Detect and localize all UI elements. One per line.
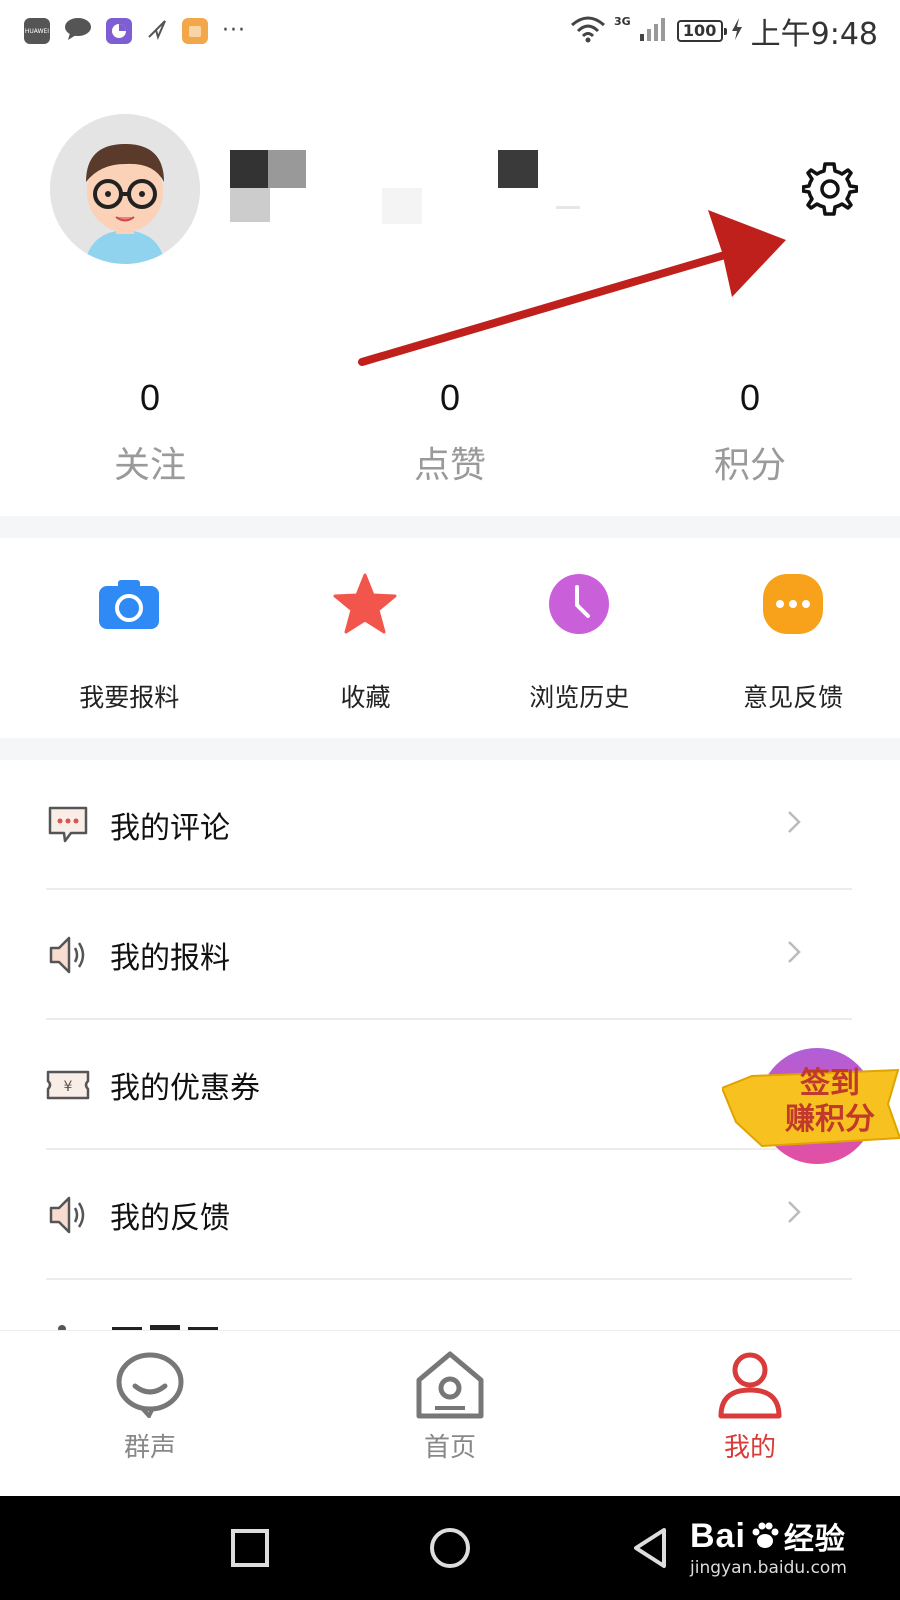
menu-item-comments[interactable]: 我的评论 bbox=[0, 760, 900, 890]
more-notifications-icon: ··· bbox=[222, 18, 246, 43]
system-nav-bar: Bai 经验 jingyan.baidu.com bbox=[0, 1496, 900, 1600]
square-icon bbox=[231, 1529, 269, 1567]
chevron-right-icon bbox=[786, 1199, 802, 1232]
clock: 上午9:48 bbox=[750, 17, 878, 52]
person-icon bbox=[710, 1345, 790, 1425]
recent-apps-button[interactable] bbox=[226, 1524, 274, 1572]
coupon-icon: ¥ bbox=[46, 1063, 90, 1107]
home-nav-button[interactable] bbox=[426, 1524, 474, 1572]
chat-smile-icon bbox=[110, 1345, 190, 1425]
tab-label: 群声 bbox=[123, 1433, 176, 1463]
message-icon bbox=[64, 17, 92, 45]
svg-text:¥: ¥ bbox=[64, 1079, 73, 1095]
quick-action-label: 浏览历史 bbox=[529, 683, 630, 712]
signin-points-badge[interactable]: 签到 赚积分 bbox=[722, 1046, 900, 1166]
speaker-icon bbox=[46, 933, 90, 977]
stat-value: 0 bbox=[439, 377, 461, 418]
back-triangle-icon bbox=[634, 1528, 666, 1568]
menu-list: 我的评论 我的报料 ¥ 我的优惠券 我的反馈 bbox=[0, 760, 900, 1280]
charging-icon bbox=[731, 17, 743, 45]
camera-icon bbox=[97, 572, 161, 636]
stat-label: 点赞 bbox=[413, 445, 486, 486]
quick-action-feedback[interactable]: 意见反馈 bbox=[686, 538, 900, 738]
network-type: 3G bbox=[613, 14, 631, 28]
baidu-jingyan-watermark: Bai 经验 jingyan.baidu.com bbox=[690, 1516, 847, 1579]
chevron-right-icon bbox=[786, 939, 802, 972]
quick-action-history[interactable]: 浏览历史 bbox=[472, 538, 686, 738]
tab-label: 我的 bbox=[723, 1433, 776, 1463]
comment-icon bbox=[46, 803, 90, 847]
home-icon bbox=[410, 1345, 490, 1425]
settings-button[interactable] bbox=[800, 158, 860, 218]
quick-action-report[interactable]: 我要报料 bbox=[0, 538, 259, 738]
tab-home[interactable]: 首页 bbox=[300, 1331, 600, 1496]
stat-points[interactable]: 0 积分 bbox=[600, 368, 900, 498]
paw-icon bbox=[752, 1522, 779, 1548]
pie-app-icon bbox=[106, 18, 132, 44]
signal-icon bbox=[639, 16, 669, 46]
section-divider bbox=[0, 738, 900, 760]
quick-action-label: 我要报料 bbox=[79, 683, 180, 712]
quick-action-label: 收藏 bbox=[340, 683, 391, 712]
stats-row: 0 关注 0 点赞 0 积分 bbox=[0, 368, 900, 498]
notification-icons: HUAWEI ··· bbox=[24, 17, 246, 45]
speaker-icon bbox=[46, 1193, 90, 1237]
tab-label: 首页 bbox=[423, 1433, 476, 1463]
send-icon bbox=[146, 18, 168, 44]
menu-item-label: 我的评论 bbox=[110, 811, 230, 846]
wifi-icon bbox=[570, 15, 606, 47]
bottom-tab-bar: 群声 首页 我的 bbox=[0, 1330, 900, 1496]
clock-icon bbox=[547, 572, 611, 636]
profile-header bbox=[0, 62, 900, 366]
system-indicators: 3G 100 上午9:48 bbox=[570, 9, 878, 53]
more-dots-icon bbox=[761, 572, 825, 636]
section-divider bbox=[0, 516, 900, 538]
chevron-right-icon bbox=[786, 809, 802, 842]
menu-item-label: 我的优惠券 bbox=[110, 1071, 260, 1106]
quick-actions: 我要报料 收藏 浏览历史 意见反馈 bbox=[0, 538, 900, 738]
menu-item-reports[interactable]: 我的报料 bbox=[0, 890, 900, 1020]
stat-value: 0 bbox=[139, 377, 161, 418]
package-app-icon bbox=[182, 18, 208, 44]
huawei-app-icon: HUAWEI bbox=[24, 18, 50, 44]
menu-item-feedback[interactable]: 我的反馈 bbox=[0, 1150, 900, 1280]
stat-likes[interactable]: 0 点赞 bbox=[300, 368, 600, 498]
battery-icon: 100 bbox=[676, 20, 727, 42]
menu-item-label: 我的报料 bbox=[110, 941, 230, 976]
quick-action-label: 意见反馈 bbox=[743, 683, 844, 712]
status-bar: HUAWEI ··· 3G 100 上午9:48 bbox=[0, 0, 900, 62]
circle-icon bbox=[430, 1528, 470, 1568]
tab-community[interactable]: 群声 bbox=[0, 1331, 300, 1496]
stat-value: 0 bbox=[739, 377, 761, 418]
stat-label: 积分 bbox=[713, 445, 786, 486]
signin-badge-text: 签到 赚积分 bbox=[785, 1066, 875, 1137]
back-button[interactable] bbox=[626, 1524, 674, 1572]
avatar[interactable] bbox=[50, 114, 200, 264]
tab-me[interactable]: 我的 bbox=[600, 1331, 900, 1496]
gear-icon bbox=[802, 162, 858, 216]
menu-item-label: 我的反馈 bbox=[110, 1201, 230, 1236]
star-icon bbox=[333, 572, 397, 636]
divider bbox=[46, 1278, 852, 1280]
stat-label: 关注 bbox=[113, 445, 186, 486]
stat-following[interactable]: 0 关注 bbox=[0, 368, 300, 498]
quick-action-favorites[interactable]: 收藏 bbox=[259, 538, 473, 738]
